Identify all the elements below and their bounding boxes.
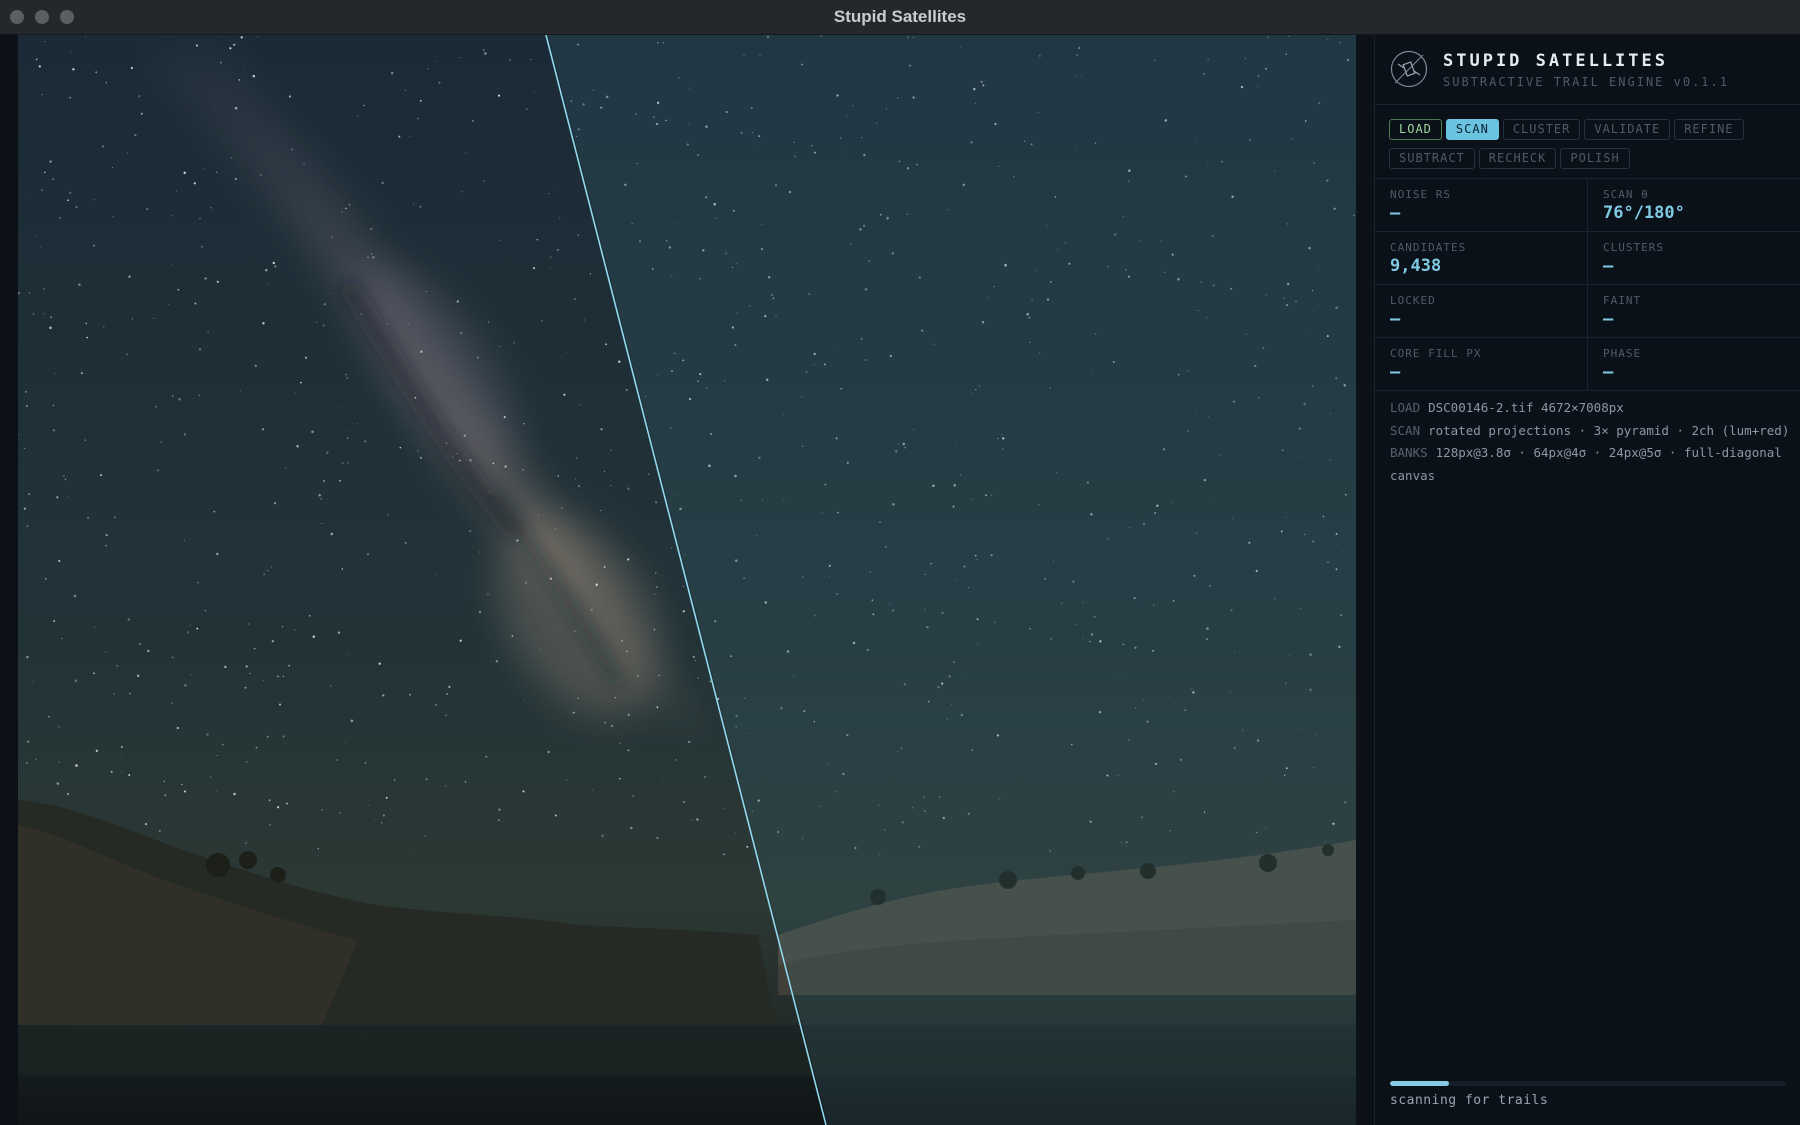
satellite-logo-icon <box>1390 50 1428 88</box>
stat-noise-rs: NOISE RS — <box>1390 188 1451 223</box>
panel-divider[interactable] <box>1356 35 1375 1125</box>
log-line: SCAN rotated projections · 3× pyramid · 2… <box>1390 422 1790 438</box>
stage-validate-button[interactable]: VALIDATE <box>1584 119 1671 140</box>
window-title: Stupid Satellites <box>833 7 967 26</box>
log-line: BANKS 128px@3.8σ · 64px@4σ · 24px@5σ · fu… <box>1390 445 1782 483</box>
stat-clusters: CLUSTERS — <box>1587 232 1800 284</box>
stat-phase: PHASE — <box>1587 338 1800 390</box>
stat-core-fill-px: CORE FILL PX — <box>1390 347 1482 382</box>
app-window: Stupid Satellites STUPID SATELLITES SUBT… <box>0 0 1800 1125</box>
stat-locked: LOCKED — <box>1390 294 1436 329</box>
app-subtitle: SUBTRACTIVE TRAIL ENGINE v0.1.1 <box>1443 75 1729 89</box>
progress-bar <box>1390 1081 1786 1086</box>
status-text: scanning for trails <box>1390 1093 1549 1108</box>
stage-load-button[interactable]: LOAD <box>1389 119 1442 140</box>
brand-header: STUPID SATELLITES SUBTRACTIVE TRAIL ENGI… <box>1375 35 1800 105</box>
left-border <box>0 35 18 1125</box>
title-bar: Stupid Satellites <box>0 0 1800 35</box>
stage-refine-button[interactable]: REFINE <box>1674 119 1744 140</box>
app-name: STUPID SATELLITES <box>1443 51 1668 71</box>
stat-scan-theta: SCAN θ 76°/180° <box>1587 179 1800 231</box>
log-line: LOAD DSC00146-2.tif 4672×7008px <box>1390 400 1624 415</box>
stage-cluster-button[interactable]: CLUSTER <box>1502 119 1581 140</box>
pipeline-stages: LOAD SCAN CLUSTER VALIDATE REFINE SUBTRACT REC… <box>1389 118 1789 176</box>
photo-viewer[interactable] <box>18 35 1356 1125</box>
progress-fill <box>1390 1081 1450 1086</box>
stage-scan-button[interactable]: SCAN <box>1445 119 1499 140</box>
stat-candidates: CANDIDATES 9,438 <box>1390 241 1467 276</box>
stats-grid: NOISE RS — SCAN θ 76°/180° CANDIDATES 9,… <box>1375 178 1800 391</box>
night-sky-photo <box>18 35 1356 1125</box>
side-panel: STUPID SATELLITES SUBTRACTIVE TRAIL ENGI… <box>1375 35 1800 1125</box>
stage-polish-button[interactable]: POLISH <box>1560 148 1630 169</box>
stat-faint: FAINT — <box>1587 285 1800 337</box>
stage-subtract-button[interactable]: SUBTRACT <box>1389 148 1475 169</box>
activity-log: LOAD DSC00146-2.tif 4672×7008px SCAN rotat… <box>1390 397 1790 487</box>
stage-recheck-button[interactable]: RECHECK <box>1478 148 1557 169</box>
